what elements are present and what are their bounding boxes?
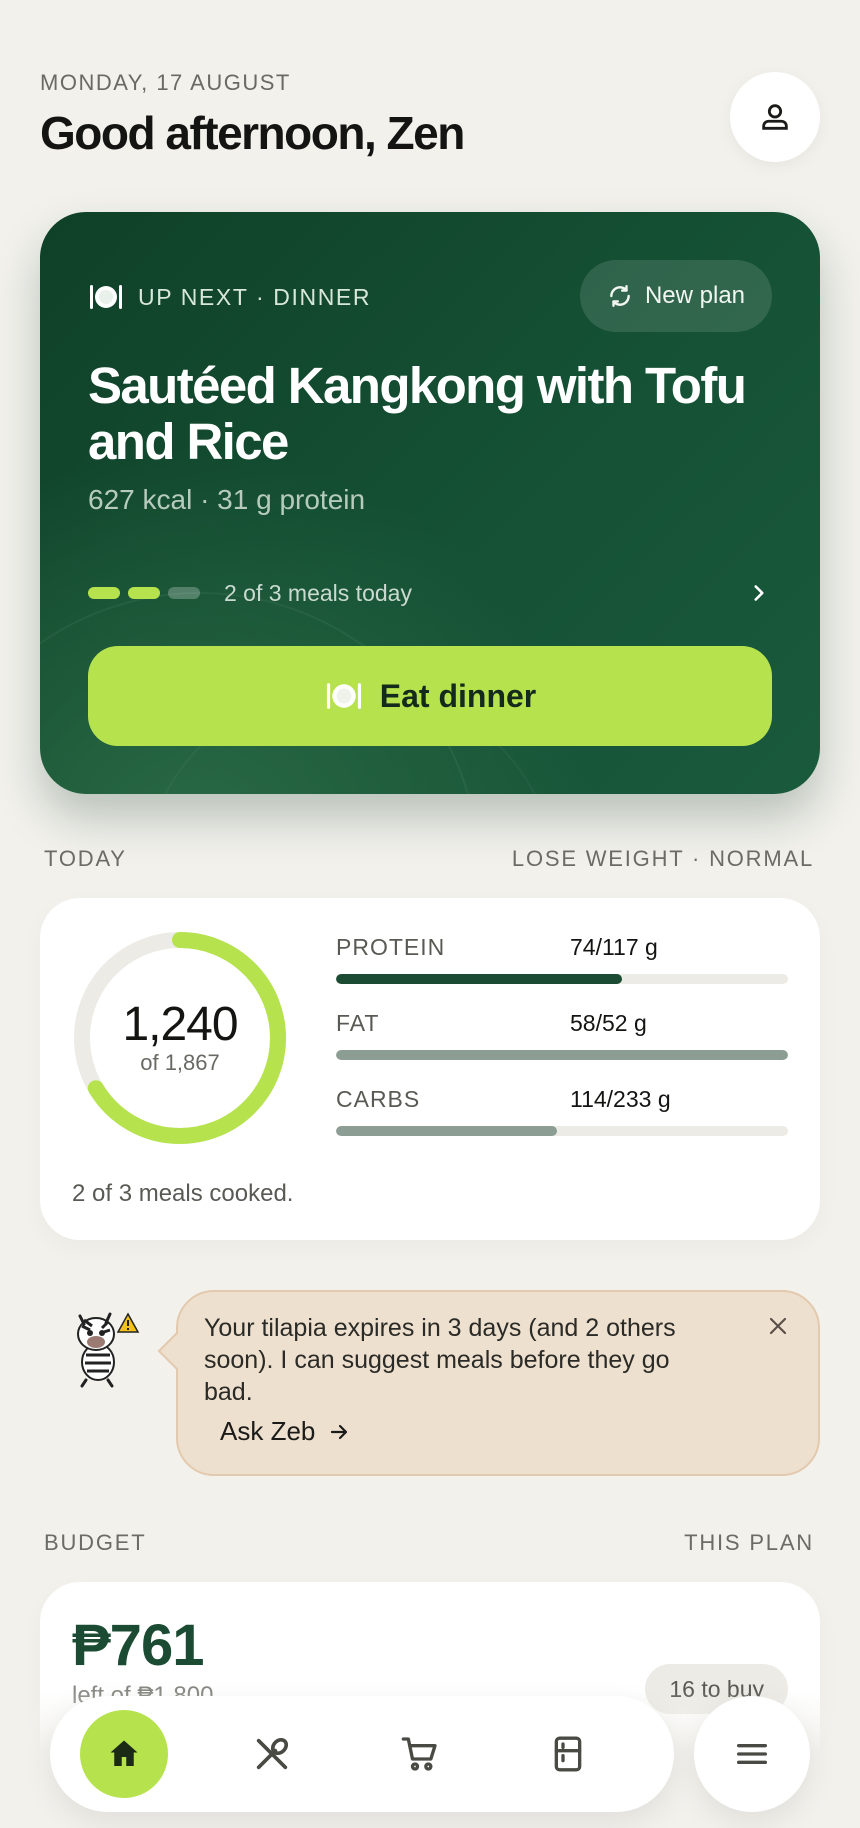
dismiss-button[interactable] <box>766 1314 790 1343</box>
budget-scope-label: THIS PLAN <box>684 1530 814 1555</box>
budget-amount: ₱761 <box>72 1613 204 1678</box>
new-plan-label: New plan <box>644 282 746 309</box>
calories-eaten: 1,240 <box>122 998 238 1051</box>
expiry-alert-bubble: Your tilapia expires in 3 days (and 2 ot… <box>157 1290 820 1476</box>
plate-icon <box>90 285 122 309</box>
macro-bar-fill <box>336 1050 788 1060</box>
macro-bar <box>336 1050 788 1060</box>
meal-progress-dots <box>88 587 208 599</box>
macro-value: 114/233 g <box>570 1086 671 1112</box>
macro-bar <box>336 974 788 984</box>
macro-row-fat: FAT 58/52 g <box>336 1010 788 1086</box>
today-card[interactable]: 1,240 of 1,867 PROTEIN 74/117 g FAT 58/5… <box>40 898 820 1240</box>
up-next-card[interactable]: UP NEXT · DINNER New plan Sautéed Kangko… <box>40 212 820 794</box>
calories-target: of 1,867 <box>140 1050 220 1075</box>
nav-shopping[interactable] <box>346 1696 494 1812</box>
macro-name: PROTEIN <box>336 934 446 960</box>
meal-title: Sautéed Kangkong with Tofu and Rice <box>88 357 747 470</box>
ask-zeb-label: Ask Zeb <box>220 1416 316 1446</box>
refresh-icon <box>610 285 630 307</box>
up-next-label: UP NEXT · DINNER <box>138 283 372 310</box>
cart-icon <box>401 1737 437 1771</box>
menu-icon <box>737 1744 767 1764</box>
user-icon <box>762 104 788 130</box>
macro-row-carbs: CARBS 114/233 g <box>336 1086 788 1162</box>
eat-dinner-label: Eat dinner <box>379 677 537 714</box>
nav-pantry[interactable] <box>494 1696 642 1812</box>
arrow-right-icon <box>331 1424 348 1439</box>
today-section-label: TODAY <box>44 846 127 871</box>
meals-cooked-text: 2 of 3 meals cooked. <box>72 1180 294 1207</box>
zeb-mascot <box>60 1300 150 1390</box>
ask-zeb-link[interactable]: Ask Zeb <box>220 1416 351 1447</box>
macros-list: PROTEIN 74/117 g FAT 58/52 g CARBS 114/2… <box>336 934 788 1162</box>
macro-bar-fill <box>336 974 622 984</box>
bubble-tail <box>157 1332 195 1370</box>
meals-progress-text: 2 of 3 meals today <box>224 579 412 606</box>
zebra-mascot-icon <box>77 1312 140 1388</box>
alert-message: Your tilapia expires in 3 days (and 2 ot… <box>204 1314 676 1406</box>
macro-bar-fill <box>336 1126 558 1136</box>
chevron-right-icon <box>754 585 764 601</box>
profile-button[interactable] <box>730 72 820 162</box>
progress-dot <box>88 587 120 599</box>
calorie-ring: 1,240 of 1,867 <box>70 928 290 1148</box>
fridge-icon <box>554 1736 582 1772</box>
eat-dinner-button[interactable]: Eat dinner <box>88 646 772 746</box>
macro-name: CARBS <box>336 1086 421 1112</box>
nav-home[interactable] <box>50 1696 198 1812</box>
menu-button[interactable] <box>694 1696 810 1812</box>
close-icon <box>769 1317 787 1335</box>
home-icon <box>110 1740 138 1766</box>
goal-label: LOSE WEIGHT · NORMAL <box>511 846 814 871</box>
macro-bar <box>336 1126 788 1136</box>
progress-dot <box>168 587 200 599</box>
progress-dot <box>128 587 160 599</box>
macro-value: 74/117 g <box>570 934 658 960</box>
macro-name: FAT <box>336 1010 380 1036</box>
bottom-nav <box>50 1696 674 1812</box>
date-label: MONDAY, 17 AUGUST <box>40 70 291 95</box>
header: MONDAY, 17 AUGUST Good afternoon, Zen <box>40 70 820 170</box>
utensils-icon <box>256 1737 289 1770</box>
up-next-header: UP NEXT · DINNER <box>88 282 371 312</box>
meal-meta: 627 kcal · 31 g protein <box>88 484 366 515</box>
nav-recipes[interactable] <box>198 1696 346 1812</box>
plate-icon <box>326 683 361 709</box>
macro-row-protein: PROTEIN 74/117 g <box>336 934 788 1010</box>
new-plan-button[interactable]: New plan <box>580 260 772 332</box>
macro-value: 58/52 g <box>570 1010 647 1036</box>
greeting-title: Good afternoon, Zen <box>40 107 465 159</box>
meals-progress[interactable]: 2 of 3 meals today <box>88 578 772 608</box>
budget-section-label: BUDGET <box>44 1530 147 1555</box>
